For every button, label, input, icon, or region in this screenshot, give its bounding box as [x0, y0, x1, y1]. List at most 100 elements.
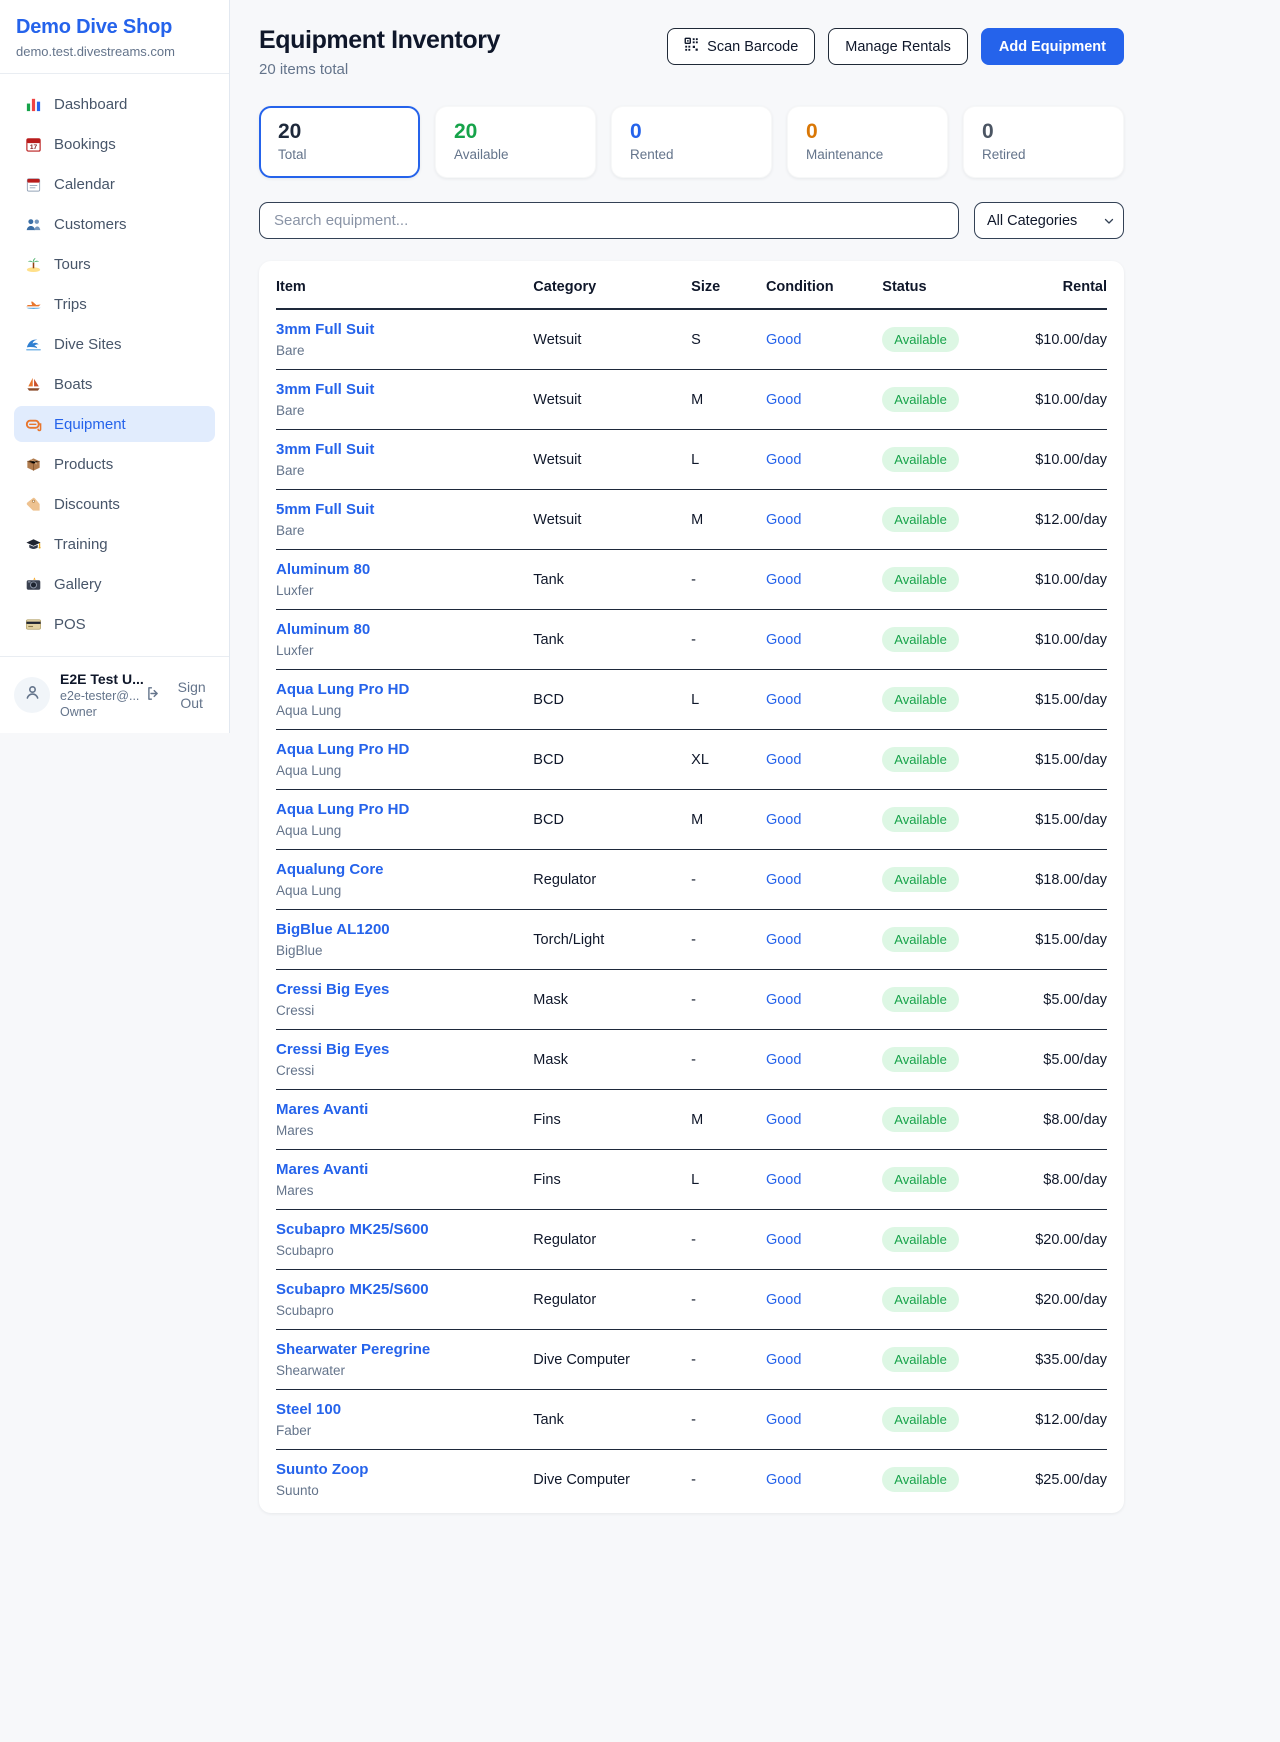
stat-card-maintenance[interactable]: 0 Maintenance	[787, 106, 948, 178]
item-condition-link[interactable]: Good	[766, 572, 801, 588]
item-brand: Cressi	[276, 1003, 517, 1018]
item-name-link[interactable]: Aqua Lung Pro HD	[276, 741, 409, 758]
item-size: -	[683, 1450, 758, 1510]
sidebar-item-dashboard[interactable]: Dashboard	[14, 86, 215, 122]
user-role: Owner	[60, 705, 135, 719]
qr-code-icon	[684, 37, 699, 56]
item-condition-link[interactable]: Good	[766, 752, 801, 768]
item-name-link[interactable]: 3mm Full Suit	[276, 441, 374, 458]
status-badge: Available	[882, 927, 959, 952]
sidebar-item-customers[interactable]: Customers	[14, 206, 215, 242]
item-name-link[interactable]: Cressi Big Eyes	[276, 1041, 389, 1058]
sidebar-item-tours[interactable]: Tours	[14, 246, 215, 282]
item-name-link[interactable]: Aqua Lung Pro HD	[276, 801, 409, 818]
scan-barcode-button[interactable]: Scan Barcode	[667, 28, 815, 65]
item-condition-link[interactable]: Good	[766, 1412, 801, 1428]
item-size: M	[683, 1090, 758, 1150]
item-condition-link[interactable]: Good	[766, 332, 801, 348]
sidebar-item-training[interactable]: Training	[14, 526, 215, 562]
status-badge: Available	[882, 567, 959, 592]
stat-card-available[interactable]: 20 Available	[435, 106, 596, 178]
item-name-link[interactable]: Mares Avanti	[276, 1161, 368, 1178]
item-category: Wetsuit	[525, 490, 683, 550]
table-row: Scubapro MK25/S600 Scubapro Regulator - …	[276, 1210, 1107, 1270]
item-name-link[interactable]: Shearwater Peregrine	[276, 1341, 430, 1358]
sidebar-item-discounts[interactable]: Discounts	[14, 486, 215, 522]
item-name-link[interactable]: Mares Avanti	[276, 1101, 368, 1118]
equipment-table: Item Category Size Condition Status Rent…	[276, 263, 1107, 1509]
item-condition-link[interactable]: Good	[766, 1052, 801, 1068]
item-brand: Scubapro	[276, 1243, 517, 1258]
item-name-link[interactable]: Aluminum 80	[276, 561, 370, 578]
item-brand: Aqua Lung	[276, 823, 517, 838]
item-name-link[interactable]: Aqua Lung Pro HD	[276, 681, 409, 698]
sidebar-item-label: Customers	[54, 216, 127, 233]
item-name-link[interactable]: Scubapro MK25/S600	[276, 1221, 429, 1238]
item-condition-link[interactable]: Good	[766, 452, 801, 468]
item-category: Regulator	[525, 1210, 683, 1270]
sidebar-item-bookings[interactable]: 17 Bookings	[14, 126, 215, 162]
item-name-link[interactable]: BigBlue AL1200	[276, 921, 390, 938]
sailboat-icon	[24, 375, 42, 393]
item-size: L	[683, 1150, 758, 1210]
item-condition-link[interactable]: Good	[766, 1292, 801, 1308]
stat-card-total[interactable]: 20 Total	[259, 106, 420, 178]
sidebar-item-dive-sites[interactable]: Dive Sites	[14, 326, 215, 362]
item-name-link[interactable]: Steel 100	[276, 1401, 341, 1418]
search-input[interactable]	[259, 202, 959, 239]
item-condition-link[interactable]: Good	[766, 692, 801, 708]
item-rental-rate: $8.00/day	[1024, 1150, 1107, 1210]
item-condition-link[interactable]: Good	[766, 632, 801, 648]
item-condition-link[interactable]: Good	[766, 1232, 801, 1248]
sign-out-button[interactable]: Sign Out	[145, 679, 215, 711]
table-row: 3mm Full Suit Bare Wetsuit L Good Availa…	[276, 430, 1107, 490]
sidebar-item-trips[interactable]: Trips	[14, 286, 215, 322]
stat-card-retired[interactable]: 0 Retired	[963, 106, 1124, 178]
status-badge: Available	[882, 1227, 959, 1252]
user-name: E2E Test U...	[60, 671, 135, 687]
sidebar-item-equipment[interactable]: Equipment	[14, 406, 215, 442]
sidebar-item-label: Dashboard	[54, 96, 127, 113]
item-name-link[interactable]: Scubapro MK25/S600	[276, 1281, 429, 1298]
item-name-link[interactable]: 5mm Full Suit	[276, 501, 374, 518]
item-name-link[interactable]: Aluminum 80	[276, 621, 370, 638]
sidebar-item-boats[interactable]: Boats	[14, 366, 215, 402]
sidebar-item-gallery[interactable]: Gallery	[14, 566, 215, 602]
sign-out-label: Sign Out	[168, 679, 215, 711]
item-condition-link[interactable]: Good	[766, 872, 801, 888]
sidebar-item-calendar[interactable]: Calendar	[14, 166, 215, 202]
item-size: -	[683, 1030, 758, 1090]
item-condition-link[interactable]: Good	[766, 812, 801, 828]
status-badge: Available	[882, 507, 959, 532]
sidebar-item-pos[interactable]: POS	[14, 606, 215, 642]
item-brand: Suunto	[276, 1483, 517, 1498]
item-name-link[interactable]: Cressi Big Eyes	[276, 981, 389, 998]
item-size: -	[683, 1390, 758, 1450]
item-condition-link[interactable]: Good	[766, 1472, 801, 1488]
item-condition-link[interactable]: Good	[766, 512, 801, 528]
item-name-link[interactable]: Aqualung Core	[276, 861, 384, 878]
item-condition-link[interactable]: Good	[766, 392, 801, 408]
status-badge: Available	[882, 1347, 959, 1372]
category-filter-wrap: All Categories	[974, 202, 1124, 239]
item-condition-link[interactable]: Good	[766, 1172, 801, 1188]
avatar	[14, 677, 50, 713]
item-size: -	[683, 1210, 758, 1270]
item-category: Dive Computer	[525, 1330, 683, 1390]
manage-rentals-button[interactable]: Manage Rentals	[828, 28, 968, 65]
item-condition-link[interactable]: Good	[766, 1112, 801, 1128]
item-condition-link[interactable]: Good	[766, 1352, 801, 1368]
brand-title[interactable]: Demo Dive Shop	[16, 16, 213, 39]
sidebar-item-label: Calendar	[54, 176, 115, 193]
user-section: E2E Test U... e2e-tester@... Owner Sign …	[0, 656, 229, 733]
item-brand: Aqua Lung	[276, 883, 517, 898]
item-name-link[interactable]: Suunto Zoop	[276, 1461, 368, 1478]
category-filter-select[interactable]: All Categories	[974, 202, 1124, 239]
item-name-link[interactable]: 3mm Full Suit	[276, 381, 374, 398]
item-condition-link[interactable]: Good	[766, 992, 801, 1008]
stat-card-rented[interactable]: 0 Rented	[611, 106, 772, 178]
add-equipment-button[interactable]: Add Equipment	[981, 28, 1124, 65]
item-condition-link[interactable]: Good	[766, 932, 801, 948]
item-name-link[interactable]: 3mm Full Suit	[276, 321, 374, 338]
sidebar-item-products[interactable]: Products	[14, 446, 215, 482]
